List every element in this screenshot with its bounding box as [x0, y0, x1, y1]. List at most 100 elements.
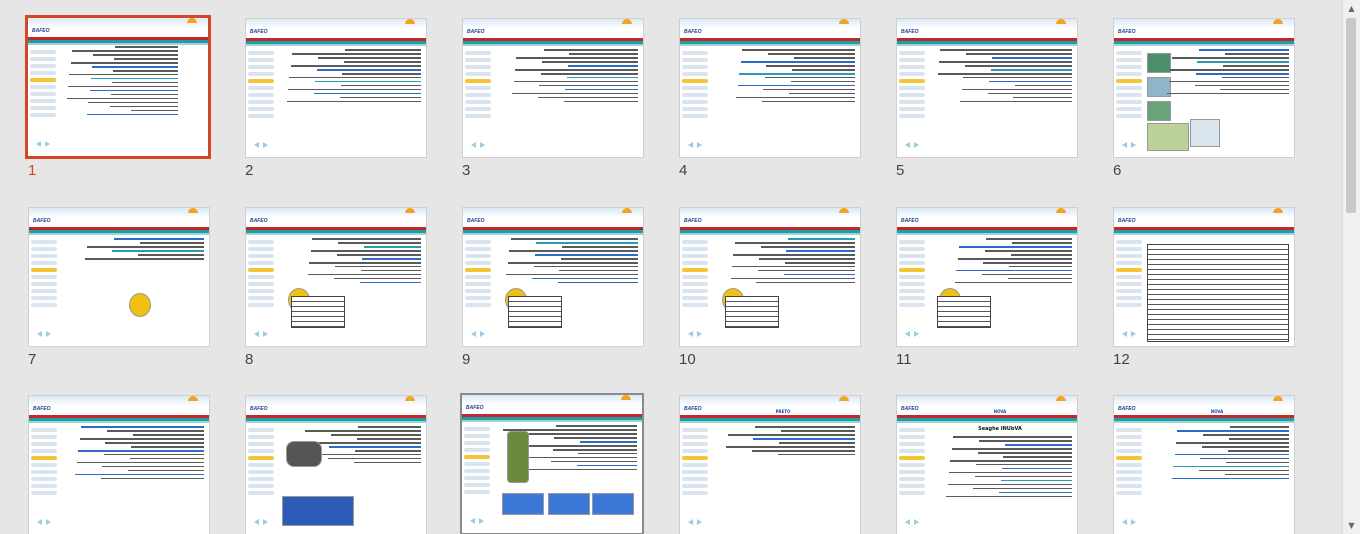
- slide-logo-text: BAFEO: [684, 218, 702, 224]
- slide-image: [129, 293, 151, 317]
- slide-number: 9: [462, 351, 471, 368]
- slide-sidebar: [899, 428, 925, 498]
- slide-sidebar: [31, 428, 57, 498]
- slide-preview[interactable]: BAFEO: [460, 393, 644, 534]
- header-band: [897, 233, 1077, 235]
- slide-header: [29, 208, 209, 218]
- slide-sidebar: [464, 427, 490, 497]
- slide-logo-text: BAFEO: [467, 218, 485, 224]
- header-band: [463, 233, 643, 235]
- slide-logo-text: BAFEO: [1118, 406, 1136, 412]
- header-band: [29, 233, 209, 235]
- slide-number: 10: [679, 351, 696, 368]
- slide-image: [1147, 123, 1189, 151]
- slide-preview[interactable]: BAFEO: [679, 18, 861, 158]
- header-band: [246, 233, 426, 235]
- slide-header: [246, 19, 426, 29]
- slide-number: 2: [245, 162, 254, 179]
- slide-sidebar: [1116, 428, 1142, 498]
- slide-table: [508, 296, 562, 328]
- nav-arrows-icon: [471, 142, 487, 148]
- slide-title: PRETO: [775, 409, 791, 414]
- slide-preview[interactable]: BAFEO NOVA Seaghe INUbVA: [896, 395, 1078, 534]
- slide-logo-text: BAFEO: [1118, 29, 1136, 35]
- slide-preview[interactable]: BAFEO: [1113, 207, 1295, 347]
- header-band: [897, 44, 1077, 46]
- header-band: [1114, 233, 1294, 235]
- slide-preview[interactable]: BAFEO: [245, 395, 427, 534]
- slide-header: [897, 396, 1077, 406]
- slide-image: [592, 493, 634, 515]
- slide-preview[interactable]: BAFEO: [462, 18, 644, 158]
- slide-sidebar: [248, 51, 274, 121]
- slide-logo-text: BAFEO: [32, 28, 50, 34]
- slide-preview[interactable]: BAFEO PRETO: [679, 395, 861, 534]
- slide-preview[interactable]: BAFEO: [28, 207, 210, 347]
- nav-arrows-icon: [1122, 142, 1138, 148]
- slide-number: 4: [679, 162, 688, 179]
- nav-arrows-icon: [688, 519, 704, 525]
- nav-arrows-icon: [37, 519, 53, 525]
- slide-image: [1190, 119, 1220, 147]
- slide-sidebar: [465, 51, 491, 121]
- slide-header: [680, 19, 860, 29]
- nav-arrows-icon: [905, 519, 921, 525]
- slide-preview[interactable]: BAFEO: [28, 395, 210, 534]
- slide-header: [463, 208, 643, 218]
- nav-arrows-icon: [688, 142, 704, 148]
- header-band: [463, 44, 643, 46]
- slide-number: 5: [896, 162, 905, 179]
- slide-preview[interactable]: BAFEO: [1113, 18, 1295, 158]
- header-band: [680, 44, 860, 46]
- slide-preview[interactable]: BAFEO: [462, 207, 644, 347]
- nav-arrows-icon: [37, 331, 53, 337]
- slide-sidebar: [899, 51, 925, 121]
- slide-image: [282, 496, 354, 526]
- slide-image: [286, 441, 322, 467]
- slide-sidebar: [1116, 240, 1142, 310]
- nav-arrows-icon: [470, 518, 486, 524]
- slide-preview[interactable]: BAFEO: [245, 18, 427, 158]
- nav-arrows-icon: [905, 142, 921, 148]
- slide-preview[interactable]: BAFEO: [896, 207, 1078, 347]
- vertical-scrollbar[interactable]: ▲ ▼: [1342, 0, 1360, 534]
- slide-number: 7: [28, 351, 37, 368]
- slide-logo-text: BAFEO: [250, 29, 268, 35]
- slide-title: NOVA: [993, 409, 1007, 414]
- slide-logo-text: BAFEO: [467, 29, 485, 35]
- slide-sidebar: [682, 428, 708, 498]
- header-band: [246, 421, 426, 423]
- slide-sidebar: [248, 240, 274, 310]
- slide-title: NOVA: [1210, 409, 1224, 414]
- header-band: [680, 233, 860, 235]
- arrow-up-icon[interactable]: ▲: [1343, 0, 1360, 17]
- slide-header: [680, 208, 860, 218]
- slide-sidebar: [682, 51, 708, 121]
- slide-number: 12: [1113, 351, 1130, 368]
- slide-logo-text: BAFEO: [33, 218, 51, 224]
- slide-sidebar: [682, 240, 708, 310]
- header-band: [897, 421, 1077, 423]
- scrollbar-thumb[interactable]: [1346, 18, 1356, 213]
- slide-preview[interactable]: BAFEO NOVA: [1113, 395, 1295, 534]
- slide-sidebar: [248, 428, 274, 498]
- slide-number: 8: [245, 351, 254, 368]
- slide-preview[interactable]: BAFEO: [896, 18, 1078, 158]
- slide-image: [507, 431, 529, 483]
- slide-sidebar: [899, 240, 925, 310]
- slide-header: [1114, 396, 1294, 406]
- slide-table: [1147, 244, 1289, 342]
- slide-preview[interactable]: BAFEO: [25, 15, 211, 159]
- slide-logo-text: BAFEO: [250, 218, 268, 224]
- nav-arrows-icon: [1122, 331, 1138, 337]
- slide-sorter: BAFEO 1 BAFEO 2 BAFEO 3 BAFEO 4 BAFEO 5 BAFEO 6 BAFE…: [0, 0, 1343, 534]
- slide-number: 11: [896, 351, 912, 368]
- slide-preview[interactable]: BAFEO: [245, 207, 427, 347]
- slide-preview[interactable]: BAFEO: [679, 207, 861, 347]
- nav-arrows-icon: [471, 331, 487, 337]
- nav-arrows-icon: [254, 519, 270, 525]
- slide-sidebar: [465, 240, 491, 310]
- arrow-down-icon[interactable]: ▼: [1343, 517, 1360, 534]
- slide-logo-text: BAFEO: [466, 405, 484, 411]
- slide-header: [246, 396, 426, 406]
